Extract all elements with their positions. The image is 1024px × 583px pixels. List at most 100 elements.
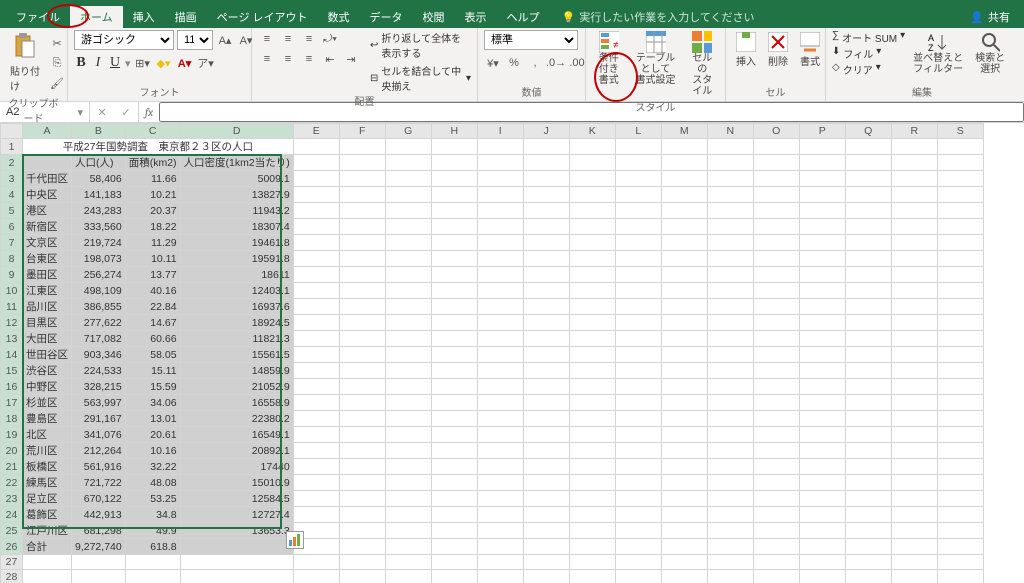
cell[interactable] [707,203,753,219]
cell[interactable]: 平成27年国勢調査 東京都２３区の人口 [23,139,294,155]
cell[interactable] [293,171,339,187]
cell[interactable] [431,475,477,491]
row-header[interactable]: 28 [1,570,23,583]
cell[interactable]: 48.08 [125,475,180,491]
cell[interactable] [707,411,753,427]
menu-tab-校閲[interactable]: 校閲 [413,6,455,28]
delete-cells-button[interactable]: 削除 [764,30,792,70]
cell[interactable] [477,203,523,219]
cell[interactable] [937,491,983,507]
row-header[interactable]: 26 [1,539,23,555]
cell[interactable]: 面積(km2) [125,155,180,171]
cell[interactable] [845,379,891,395]
cell[interactable] [799,155,845,171]
cell[interactable] [615,395,661,411]
cell[interactable] [431,363,477,379]
cell[interactable] [753,203,799,219]
cell[interactable] [707,299,753,315]
row-header[interactable]: 6 [1,219,23,235]
cell[interactable] [891,363,937,379]
cell[interactable] [615,475,661,491]
increase-indent-button[interactable]: ⇥ [342,50,360,68]
wrap-text-button[interactable]: ↩折り返して全体を表示する [370,30,471,60]
cell[interactable]: 18307.4 [180,219,293,235]
cell[interactable] [615,219,661,235]
cell[interactable] [753,491,799,507]
cell[interactable] [753,187,799,203]
menu-tab-描画[interactable]: 描画 [165,6,207,28]
cell[interactable] [753,539,799,555]
menu-tab-ヘルプ[interactable]: ヘルプ [497,6,550,28]
cell[interactable]: 18611 [180,267,293,283]
cell[interactable]: 足立区 [23,491,72,507]
cell[interactable] [891,139,937,155]
cell[interactable]: 670,122 [72,491,126,507]
cell[interactable] [431,299,477,315]
cell[interactable] [937,363,983,379]
cell[interactable] [845,491,891,507]
menu-tab-数式[interactable]: 数式 [318,6,360,28]
row-header[interactable]: 9 [1,267,23,283]
cell[interactable] [753,315,799,331]
cell[interactable]: 11.66 [125,171,180,187]
cell[interactable] [937,139,983,155]
cell[interactable]: 681,298 [72,523,126,539]
cell[interactable] [891,187,937,203]
cell[interactable]: 498,109 [72,283,126,299]
cell[interactable] [385,235,431,251]
cell[interactable]: 11.29 [125,235,180,251]
cell[interactable] [753,235,799,251]
cell[interactable] [661,363,707,379]
cell[interactable] [523,331,569,347]
cell[interactable] [523,187,569,203]
cell[interactable] [937,395,983,411]
cell[interactable] [431,347,477,363]
cell[interactable]: 人口密度(1km2当たり) [180,155,293,171]
cell[interactable]: 721,722 [72,475,126,491]
cell[interactable] [845,171,891,187]
row-header[interactable]: 14 [1,347,23,363]
cell[interactable] [339,235,385,251]
cell[interactable] [799,251,845,267]
cell[interactable] [891,443,937,459]
cell[interactable] [385,427,431,443]
cell[interactable]: 中央区 [23,187,72,203]
cell[interactable]: 49.9 [125,523,180,539]
cell[interactable] [569,395,615,411]
cell[interactable] [615,155,661,171]
cell[interactable]: 20.37 [125,203,180,219]
cell[interactable]: 32.22 [125,459,180,475]
cell[interactable] [339,203,385,219]
cell[interactable] [707,570,753,583]
row-header[interactable]: 13 [1,331,23,347]
cell[interactable]: 16558.9 [180,395,293,411]
cell[interactable] [293,283,339,299]
cell[interactable]: 14859.9 [180,363,293,379]
cell[interactable] [339,267,385,283]
menu-tab-ページ レイアウト[interactable]: ページ レイアウト [207,6,318,28]
cell[interactable] [477,570,523,583]
cell[interactable]: 板橋区 [23,459,72,475]
font-name-select[interactable]: 游ゴシック [74,30,174,50]
cell[interactable] [569,475,615,491]
cell[interactable] [937,539,983,555]
cell[interactable] [23,155,72,171]
cell[interactable] [937,235,983,251]
cell[interactable] [661,155,707,171]
cell[interactable]: 18924.5 [180,315,293,331]
cell[interactable] [477,363,523,379]
cell[interactable] [707,491,753,507]
cell[interactable] [891,555,937,570]
cell[interactable] [707,475,753,491]
cell[interactable] [569,507,615,523]
cell[interactable] [799,299,845,315]
cell[interactable]: 12584.5 [180,491,293,507]
cell[interactable] [339,187,385,203]
cell[interactable] [431,139,477,155]
cell[interactable] [385,539,431,555]
cell[interactable] [615,459,661,475]
cell[interactable] [661,395,707,411]
cell[interactable] [385,507,431,523]
cancel-formula-button[interactable]: ✕ [90,106,114,119]
cell[interactable]: 20892.1 [180,443,293,459]
